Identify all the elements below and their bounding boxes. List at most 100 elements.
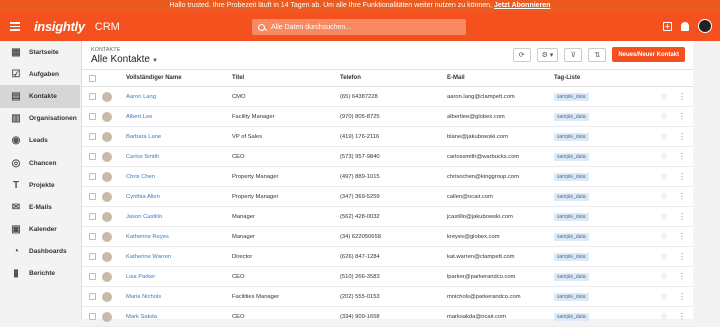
star-icon[interactable]: ☆: [660, 311, 668, 321]
more-options-icon[interactable]: ⋮: [678, 292, 686, 301]
tag-badge[interactable]: sample_data: [554, 112, 589, 121]
filter-button[interactable]: ⊽: [564, 47, 583, 62]
sidebar-item-e-mails[interactable]: ✉ E-Mails: [0, 196, 80, 218]
star-icon[interactable]: ☆: [660, 271, 668, 281]
star-icon[interactable]: ☆: [660, 111, 668, 121]
more-options-icon[interactable]: ⋮: [678, 252, 686, 261]
tag-badge[interactable]: sample_data: [554, 232, 589, 241]
row-checkbox[interactable]: [89, 153, 96, 160]
star-icon[interactable]: ☆: [660, 91, 668, 101]
more-options-icon[interactable]: ⋮: [678, 212, 686, 221]
column-tags[interactable]: Tag-Liste: [554, 69, 660, 87]
table-row[interactable]: Lisa Parker CEO (510) 266-3583 lparker@park…: [82, 266, 694, 287]
contact-name-link[interactable]: Carlos Smith: [126, 154, 159, 160]
tag-badge[interactable]: sample_data: [554, 272, 589, 281]
select-all-checkbox[interactable]: [89, 74, 96, 82]
more-options-icon[interactable]: ⋮: [678, 272, 686, 281]
row-checkbox[interactable]: [89, 93, 96, 100]
subscribe-link[interactable]: Jetzt Abonnieren: [494, 2, 551, 9]
row-checkbox[interactable]: [89, 193, 96, 200]
table-row[interactable]: Maria Nichols Facilities Manager (202) 555…: [82, 286, 694, 307]
tag-badge[interactable]: sample_data: [554, 212, 589, 221]
contact-name-link[interactable]: Lisa Parker: [126, 274, 155, 280]
more-options-icon[interactable]: ⋮: [678, 152, 686, 161]
tag-badge[interactable]: sample_data: [554, 172, 589, 181]
new-contact-button[interactable]: Neues/Neuer Kontakt: [612, 47, 685, 62]
contact-name-link[interactable]: Katherine Warren: [126, 254, 171, 260]
star-icon[interactable]: ☆: [660, 251, 668, 261]
contact-name-link[interactable]: Katherine Reyes: [126, 234, 169, 240]
table-row[interactable]: Barbara Lane VP of Sales (419) 176-2116 bla…: [82, 126, 694, 147]
row-checkbox[interactable]: [89, 233, 96, 240]
notifications-icon[interactable]: [681, 21, 689, 31]
row-checkbox[interactable]: [89, 133, 96, 140]
contact-name-link[interactable]: Barbara Lane: [126, 134, 161, 140]
table-row[interactable]: Albert Lee Facility Manager (970) 805-8725…: [82, 106, 694, 127]
column-title[interactable]: Titel: [232, 69, 340, 87]
star-icon[interactable]: ☆: [660, 171, 668, 181]
user-avatar[interactable]: [698, 19, 712, 33]
sidebar-item-organisationen[interactable]: ▥ Organisationen: [0, 108, 80, 130]
global-search-input[interactable]: Alle Daten durchsuchen...: [252, 19, 466, 35]
table-row[interactable]: Cynthia Allen Property Manager (347) 369-5…: [82, 186, 694, 207]
sidebar-item-berichte[interactable]: ▮ Berichte: [0, 263, 80, 285]
app-logo[interactable]: insightly: [34, 19, 85, 34]
contact-name-link[interactable]: Chris Chen: [126, 174, 155, 180]
table-row[interactable]: Carlos Smith CEO (573) 957-9840 carlossmith…: [82, 146, 694, 167]
more-options-icon[interactable]: ⋮: [678, 232, 686, 241]
row-checkbox[interactable]: [89, 293, 96, 300]
star-icon[interactable]: ☆: [660, 211, 668, 221]
column-name[interactable]: Vollständiger Name: [126, 69, 232, 87]
contact-name-link[interactable]: Cynthia Allen: [126, 194, 160, 200]
row-checkbox[interactable]: [89, 173, 96, 180]
star-icon[interactable]: ☆: [660, 291, 668, 301]
row-checkbox[interactable]: [89, 113, 96, 120]
tag-badge[interactable]: sample_data: [554, 92, 589, 101]
sidebar-item-kontakte[interactable]: ▤ Kontakte: [0, 85, 80, 108]
row-checkbox[interactable]: [89, 253, 96, 260]
table-row[interactable]: Katherine Reyes Manager (34) 622050658 krey…: [82, 226, 694, 247]
row-checkbox[interactable]: [89, 213, 96, 220]
column-phone[interactable]: Telefon: [340, 69, 447, 87]
more-options-icon[interactable]: ⋮: [678, 192, 686, 201]
star-icon[interactable]: ☆: [660, 151, 668, 161]
table-row[interactable]: Katherine Warren Director (626) 847-1284 ka…: [82, 246, 694, 267]
tag-badge[interactable]: sample_data: [554, 312, 589, 321]
settings-button[interactable]: ⚙ ▾: [536, 47, 559, 62]
sidebar-item-startseite[interactable]: ▦ Startseite: [0, 41, 80, 63]
star-icon[interactable]: ☆: [660, 131, 668, 141]
sidebar-item-kalender[interactable]: ▣ Kalender: [0, 219, 80, 241]
sort-button[interactable]: ⇅: [588, 47, 607, 62]
more-options-icon[interactable]: ⋮: [678, 172, 686, 181]
more-options-icon[interactable]: ⋮: [678, 132, 686, 141]
contact-name-link[interactable]: Aaron Lang: [126, 94, 156, 100]
column-email[interactable]: E-Mail: [447, 69, 554, 87]
contact-name-link[interactable]: Maria Nichols: [126, 294, 161, 300]
tag-badge[interactable]: sample_data: [554, 252, 589, 261]
add-icon[interactable]: +: [663, 21, 672, 31]
table-row[interactable]: Mark Sakda CEO (334) 909-1658 marksakda@oca…: [82, 306, 694, 327]
refresh-button[interactable]: ⟳: [512, 47, 531, 62]
star-icon[interactable]: ☆: [660, 231, 668, 241]
sidebar-item-leads[interactable]: ◉ Leads: [0, 130, 80, 152]
sidebar-item-aufgaben[interactable]: ☑ Aufgaben: [0, 63, 80, 85]
scrollbar-track[interactable]: [693, 41, 720, 319]
star-icon[interactable]: ☆: [660, 191, 668, 201]
tag-badge[interactable]: sample_data: [554, 152, 589, 161]
contact-name-link[interactable]: Jason Castillo: [126, 214, 162, 220]
contact-name-link[interactable]: Albert Lee: [126, 114, 152, 120]
sidebar-item-chancen[interactable]: ◎ Chancen: [0, 152, 80, 174]
more-options-icon[interactable]: ⋮: [678, 92, 686, 101]
menu-icon[interactable]: [10, 22, 30, 31]
table-row[interactable]: Chris Chen Property Manager (497) 889-1015…: [82, 166, 694, 187]
more-options-icon[interactable]: ⋮: [678, 112, 686, 121]
sidebar-item-projekte[interactable]: T Projekte: [0, 174, 80, 196]
page-title[interactable]: Alle Kontakte ▼: [91, 54, 158, 65]
row-checkbox[interactable]: [89, 273, 96, 280]
tag-badge[interactable]: sample_data: [554, 132, 589, 141]
tag-badge[interactable]: sample_data: [554, 192, 589, 201]
tag-badge[interactable]: sample_data: [554, 292, 589, 301]
table-row[interactable]: Jason Castillo Manager (562) 428-0032 jcast…: [82, 206, 694, 227]
sidebar-item-dashboards[interactable]: ◔ Dashboards: [0, 241, 80, 263]
more-options-icon[interactable]: ⋮: [678, 312, 686, 321]
